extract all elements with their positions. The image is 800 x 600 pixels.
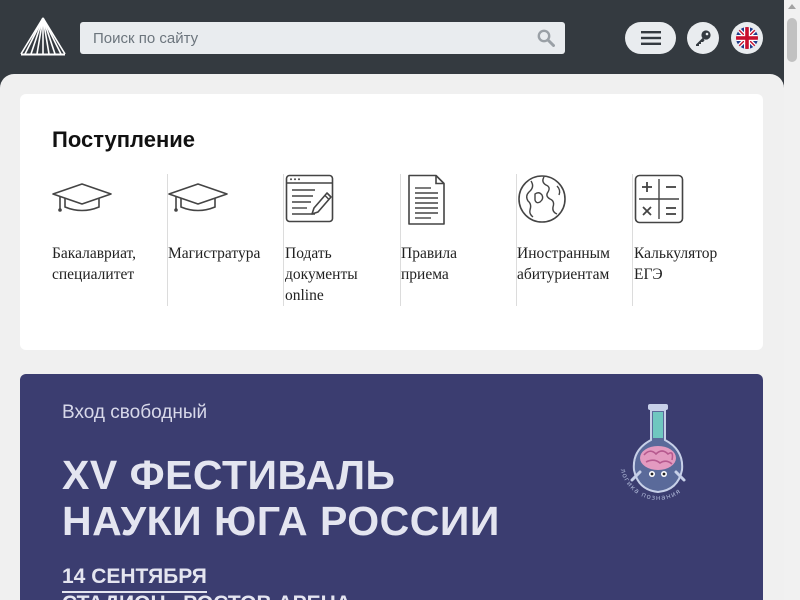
- globe-icon: [518, 175, 566, 223]
- mortarboard-icon: [52, 183, 112, 212]
- site-header: [0, 0, 784, 74]
- login-button[interactable]: [687, 22, 719, 54]
- admission-item-master[interactable]: Магистратура: [168, 174, 284, 306]
- search-icon[interactable]: [537, 29, 555, 47]
- admission-item-label: Калькулятор ЕГЭ: [634, 245, 718, 283]
- scrollbar-thumb[interactable]: [787, 18, 797, 62]
- banner-title-line2: НАУКИ ЮГА РОССИИ: [62, 498, 500, 544]
- main-content: Поступление Бакалавриат, специалитет Маг…: [0, 74, 784, 600]
- hamburger-menu-icon: [640, 31, 661, 45]
- rays-logo-icon[interactable]: [20, 16, 66, 56]
- admission-item-label: Бакалавриат, специалитет: [52, 245, 137, 283]
- festival-banner[interactable]: Вход свободный XV ФЕСТИВАЛЬ НАУКИ ЮГА РО…: [20, 374, 763, 600]
- uk-flag-icon: [736, 27, 758, 49]
- banner-title-line1: XV ФЕСТИВАЛЬ: [62, 452, 396, 498]
- mortarboard-icon: [168, 183, 228, 212]
- page-scrollbar[interactable]: [784, 0, 800, 600]
- admission-item-rules[interactable]: Правила приема: [401, 174, 517, 306]
- admission-item-label: Подать документы online: [285, 245, 358, 304]
- admission-item-bachelor[interactable]: Бакалавриат, специалитет: [52, 174, 168, 306]
- banner-place: СТАДИОН «РОСТОВ АРЕНА»: [62, 592, 363, 600]
- calculator-icon: [634, 174, 684, 224]
- scroll-up-arrow-icon[interactable]: [788, 4, 796, 9]
- flask-brain-mascot-icon: логика познания: [619, 404, 686, 502]
- admission-item-label: Магистратура: [168, 245, 261, 262]
- search-input[interactable]: [80, 22, 565, 54]
- menu-button[interactable]: [625, 22, 676, 54]
- banner-subtitle: Вход свободный: [62, 402, 208, 423]
- admission-item-foreign[interactable]: Иностранным абитуриентам: [517, 174, 633, 306]
- language-switch-button[interactable]: [731, 22, 763, 54]
- search-box: [80, 22, 565, 54]
- admission-item-label: Правила приема: [401, 245, 458, 283]
- admission-card: Поступление Бакалавриат, специалитет Маг…: [20, 94, 763, 350]
- admission-item-label: Иностранным абитуриентам: [517, 245, 610, 283]
- admission-title: Поступление: [52, 127, 196, 152]
- admission-item-submit-online[interactable]: Подать документы online: [285, 174, 401, 306]
- document-edit-icon: [285, 174, 334, 223]
- admission-item-calculator[interactable]: Калькулятор ЕГЭ: [634, 174, 750, 306]
- banner-date: 14 СЕНТЯБРЯ: [62, 565, 207, 593]
- document-icon: [408, 174, 445, 225]
- key-icon: [696, 30, 711, 46]
